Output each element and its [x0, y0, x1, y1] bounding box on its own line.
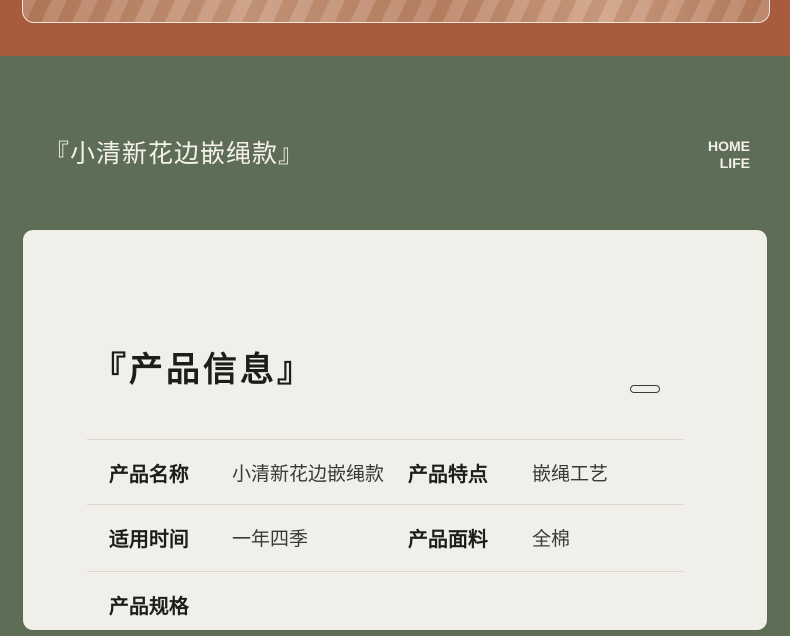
spec-row: 适用时间 一年四季 产品面料 全棉 — [87, 504, 683, 571]
spec-label: 产品规格 — [109, 593, 189, 618]
brand-logo: HOME LIFE — [708, 138, 750, 172]
section-title: 『小清新花边嵌绳款』 — [44, 139, 305, 168]
product-photo-strip — [22, 0, 770, 23]
top-band — [0, 0, 790, 56]
spec-value: 全棉 — [532, 527, 571, 550]
spec-label: 产品面料 — [408, 526, 488, 551]
spec-value: 嵌绳工艺 — [532, 462, 609, 485]
brand-line-2: LIFE — [719, 155, 750, 171]
spec-row: 产品名称 小清新花边嵌绳款 产品特点 嵌绳工艺 — [87, 439, 683, 504]
spec-row: 产品规格 — [87, 571, 683, 636]
card-title: 『产品信息』 — [92, 350, 314, 390]
toggle-pill[interactable] — [630, 385, 660, 393]
brand-line-1: HOME — [708, 138, 750, 154]
spec-value: 小清新花边嵌绳款 — [232, 462, 385, 485]
product-info-card: 『产品信息』 产品名称 小清新花边嵌绳款 产品特点 嵌绳工艺 适用时间 一年四季… — [23, 230, 767, 630]
spec-table: 产品名称 小清新花边嵌绳款 产品特点 嵌绳工艺 适用时间 一年四季 产品面料 全… — [87, 439, 683, 636]
spec-value: 一年四季 — [232, 527, 309, 550]
spec-label: 适用时间 — [109, 526, 189, 551]
spec-label: 产品特点 — [408, 461, 488, 486]
spec-label: 产品名称 — [109, 461, 189, 486]
